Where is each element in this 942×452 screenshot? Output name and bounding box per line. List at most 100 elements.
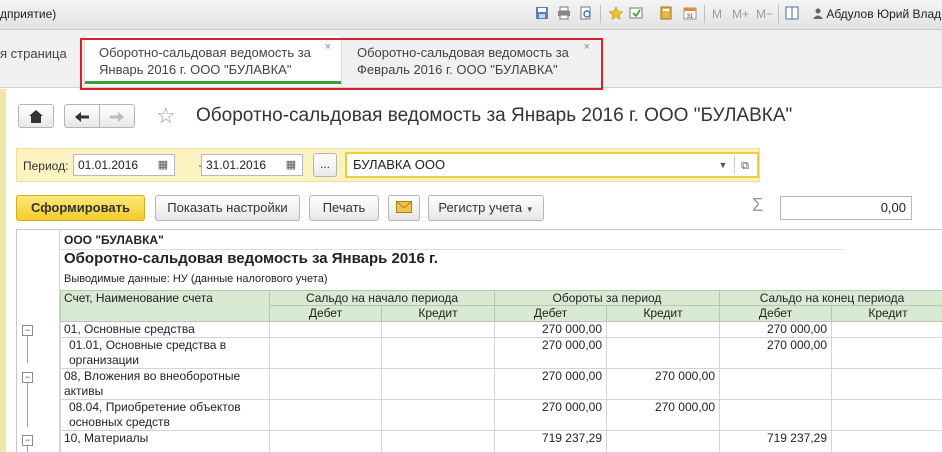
sum-field[interactable]: 0,00: [780, 196, 912, 220]
amount-cell[interactable]: 270 000,00: [495, 322, 607, 338]
title-bar: дприятие) 31 M M+ M− Абдулов Юрий Владим: [0, 0, 942, 30]
chevron-down-icon[interactable]: ▼: [715, 154, 731, 176]
account-name-cell[interactable]: 01.01, Основные средства в организации: [60, 338, 270, 369]
collapse-icon[interactable]: −: [22, 325, 33, 336]
account-name-cell[interactable]: 10, Материалы: [60, 431, 270, 452]
header-account: Счет, Наименование счета: [60, 290, 270, 322]
register-label: Регистр учета: [438, 200, 523, 215]
amount-cell[interactable]: [382, 322, 495, 338]
report-title: Оборотно-сальдовая ведомость за Январь 2…: [64, 250, 438, 267]
account-name-cell[interactable]: 08.04, Приобретение объектов основных ср…: [60, 400, 270, 431]
amount-cell[interactable]: 270 000,00: [720, 338, 832, 369]
amount-cell[interactable]: [270, 369, 382, 400]
period-select-button[interactable]: ...: [313, 153, 337, 177]
favorites-icon[interactable]: [608, 6, 624, 22]
header-opening-balance: Сальдо на начало периода: [270, 290, 495, 306]
calendar-icon[interactable]: ▦: [154, 155, 172, 177]
calendar-icon[interactable]: ▦: [282, 155, 300, 177]
calendar-icon[interactable]: 31: [682, 6, 698, 22]
organization-field[interactable]: БУЛАВКА ООО ▼ ⧉: [345, 152, 759, 178]
amount-cell[interactable]: [607, 431, 720, 452]
amount-cell[interactable]: 270 000,00: [495, 338, 607, 369]
preview-icon[interactable]: [578, 6, 594, 22]
amount-cell[interactable]: 270 000,00: [495, 369, 607, 400]
left-strip: [0, 89, 6, 452]
date-from-field[interactable]: 01.01.2016 ▦: [73, 154, 175, 176]
header-credit: Кредит: [607, 306, 720, 322]
favorite-star-icon[interactable]: ☆: [156, 104, 176, 128]
save-icon[interactable]: [534, 6, 550, 22]
separator: [778, 5, 779, 23]
account-name-cell[interactable]: 01, Основные средства: [60, 322, 270, 338]
email-button[interactable]: [388, 195, 420, 221]
page-title: Оборотно-сальдовая ведомость за Январь 2…: [196, 105, 793, 126]
print-icon[interactable]: [556, 6, 572, 22]
amount-cell[interactable]: [607, 322, 720, 338]
amount-cell[interactable]: [270, 322, 382, 338]
account-name-cell[interactable]: 08, Вложения во внеоборотные активы: [60, 369, 270, 400]
user-icon: [813, 8, 823, 19]
home-button[interactable]: [18, 104, 54, 128]
amount-cell[interactable]: [382, 431, 495, 452]
header-debit: Дебет: [495, 306, 607, 322]
print-button[interactable]: Печать: [309, 195, 379, 221]
amount-cell[interactable]: 719 237,29: [495, 431, 607, 452]
organization-value: БУЛАВКА ООО: [353, 157, 446, 172]
amount-cell[interactable]: 270 000,00: [607, 369, 720, 400]
amount-cell[interactable]: 270 000,00: [720, 322, 832, 338]
date-from-value: 01.01.2016: [78, 158, 139, 172]
chevron-down-icon: ▼: [525, 205, 534, 214]
date-to-field[interactable]: 31.01.2016 ▦: [201, 154, 303, 176]
amount-cell[interactable]: [382, 369, 495, 400]
sum-icon: Σ: [752, 195, 764, 215]
user-name[interactable]: Абдулов Юрий Владим: [813, 7, 942, 21]
amount-cell[interactable]: 270 000,00: [607, 400, 720, 431]
app-title: дприятие): [0, 7, 57, 21]
tree-line: [27, 379, 28, 427]
history-icon[interactable]: [628, 6, 644, 22]
amount-cell[interactable]: [382, 338, 495, 369]
tree-line: [27, 332, 28, 363]
memory-button[interactable]: M: [712, 7, 722, 21]
header-debit: Дебет: [270, 306, 382, 322]
amount-cell[interactable]: [270, 431, 382, 452]
tab-home[interactable]: я страница: [0, 46, 67, 61]
report-spreadsheet[interactable]: − − − ООО "БУЛАВКА" Оборотно-сальдовая в…: [16, 229, 942, 452]
register-button[interactable]: Регистр учета ▼: [428, 195, 544, 221]
amount-cell[interactable]: [832, 369, 942, 400]
amount-cell[interactable]: [270, 400, 382, 431]
back-button[interactable]: [64, 104, 100, 128]
collapse-icon[interactable]: −: [22, 372, 33, 383]
forward-button[interactable]: [99, 104, 135, 128]
amount-cell[interactable]: 270 000,00: [495, 400, 607, 431]
amount-cell[interactable]: [832, 431, 942, 452]
calculator-icon[interactable]: [658, 6, 674, 22]
amount-cell[interactable]: [832, 338, 942, 369]
open-icon[interactable]: ⧉: [737, 155, 753, 177]
amount-cell[interactable]: [832, 322, 942, 338]
show-settings-button[interactable]: Показать настройки: [155, 195, 300, 221]
amount-cell[interactable]: [607, 338, 720, 369]
svg-text:31: 31: [687, 14, 694, 20]
memory-plus-button[interactable]: M+: [732, 7, 749, 21]
collapse-icon[interactable]: −: [22, 435, 33, 446]
amount-cell[interactable]: [270, 338, 382, 369]
amount-cell[interactable]: [382, 400, 495, 431]
home-icon: [29, 110, 43, 123]
generate-button[interactable]: Сформировать: [16, 195, 145, 221]
amount-cell[interactable]: [720, 369, 832, 400]
header-credit: Кредит: [382, 306, 495, 322]
parameters-bar: Период: 01.01.2016 ▦ – 31.01.2016 ▦ ... …: [16, 148, 760, 182]
memory-minus-button[interactable]: M−: [756, 7, 773, 21]
panel-layout-icon[interactable]: [784, 6, 800, 22]
report-subtitle: Выводимые данные: НУ (данные налогового …: [64, 273, 328, 285]
separator: [734, 156, 735, 174]
amount-cell[interactable]: [832, 400, 942, 431]
header-closing-balance: Сальдо на конец периода: [720, 290, 942, 306]
grouping-column: − − −: [17, 230, 60, 452]
arrow-right-icon: [110, 112, 124, 122]
report-organization: ООО "БУЛАВКА": [60, 232, 843, 250]
amount-cell[interactable]: 719 237,29: [720, 431, 832, 452]
amount-cell[interactable]: [720, 400, 832, 431]
header-turnover: Обороты за период: [495, 290, 720, 306]
